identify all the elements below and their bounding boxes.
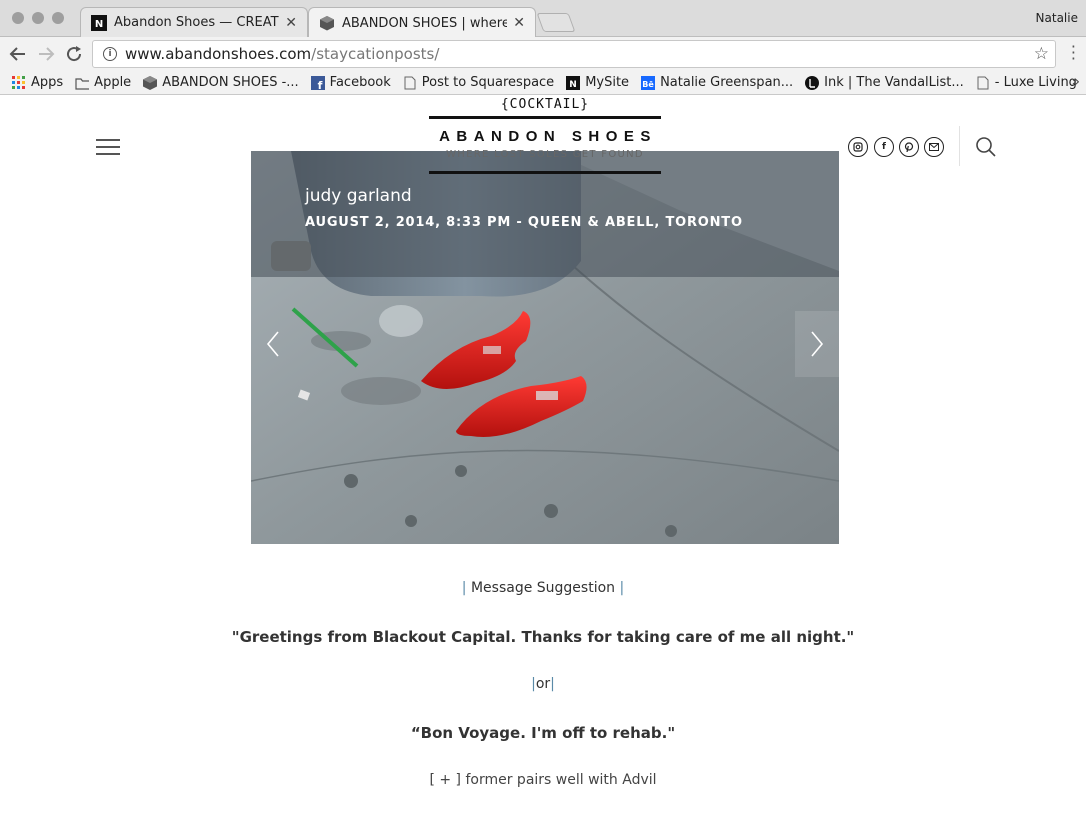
bookmark-apps[interactable]: Apps [12, 75, 63, 90]
bookmark-vandallist[interactable]: Ink | The VandalList... [805, 75, 964, 90]
browser-menu-icon[interactable]: · · · [1071, 39, 1076, 67]
svg-text:Bē: Bē [642, 80, 654, 89]
address-bar[interactable]: i www.abandonshoes.com/staycationposts/ … [92, 40, 1056, 68]
slide-meta: AUGUST 2, 2014, 8:33 PM - QUEEN & ABELL,… [305, 215, 743, 230]
email-icon[interactable] [924, 137, 944, 157]
bookmark-label: Apple [94, 75, 132, 90]
reload-icon [67, 46, 82, 62]
folder-icon [75, 76, 90, 90]
svg-text:N: N [95, 19, 103, 30]
bookmark-behance[interactable]: Bē Natalie Greenspan... [641, 75, 793, 90]
arrow-right-icon [39, 47, 55, 61]
arrow-left-icon [9, 47, 25, 61]
tab-title: ABANDON SHOES | where lost [342, 15, 508, 31]
bookmarks-bar: Apps Apple ABANDON SHOES -... f Facebook… [0, 71, 1086, 95]
web-page: judy garland AUGUST 2, 2014, 8:33 PM - Q… [0, 96, 1086, 818]
svg-text:N: N [569, 80, 577, 90]
facebook-icon[interactable]: f [874, 137, 894, 157]
chevron-left-icon [266, 331, 279, 357]
or-label: or [535, 676, 551, 692]
bookmark-label: Ink | The VandalList... [824, 75, 964, 90]
menu-icon[interactable] [96, 139, 120, 155]
chevron-double-right-icon[interactable]: » [1071, 74, 1080, 90]
bookmark-facebook[interactable]: f Facebook [310, 75, 391, 90]
bookmark-star-icon[interactable]: ☆ [1034, 44, 1049, 64]
caption-overlay [251, 151, 839, 277]
close-icon[interactable]: ✕ [285, 15, 297, 31]
window-minimize-button[interactable] [32, 12, 44, 24]
window-close-button[interactable] [12, 12, 24, 24]
page-icon [403, 76, 417, 90]
bookmark-apple[interactable]: Apple [75, 75, 131, 90]
logo-tagline: WHERE LOST SOLES GET FOUND [446, 149, 644, 160]
svg-text:f: f [317, 79, 322, 90]
window-zoom-button[interactable] [52, 12, 64, 24]
bookmark-label: Apps [31, 75, 64, 90]
logo-bottom-rule [429, 171, 661, 174]
cocktail-label: {COCKTAIL} [500, 97, 590, 112]
behance-icon: Bē [641, 75, 656, 90]
url-host: www.abandonshoes.com [125, 45, 312, 63]
chevron-right-icon [811, 331, 824, 357]
browser-tab-bar: N Abandon Shoes — CREATIVE A ✕ ABANDON S… [0, 0, 1086, 38]
bookmark-label: - Luxe Living [994, 75, 1077, 90]
browser-tab-1[interactable]: N Abandon Shoes — CREATIVE A ✕ [80, 7, 308, 37]
ink-icon [805, 75, 820, 90]
tab-title: Abandon Shoes — CREATIVE A [114, 15, 279, 30]
slide-title: judy garland [305, 186, 412, 206]
footer-note: [ + ] former pairs well with Advil [429, 772, 657, 788]
n-logo-icon: N [566, 75, 581, 90]
bookmark-post-to-squarespace[interactable]: Post to Squarespace [403, 75, 554, 90]
message-suggestion-heading: | Message Suggestion | [461, 580, 625, 596]
url-path: /staycationposts/ [311, 45, 440, 63]
bookmark-luxe-living[interactable]: - Luxe Living [976, 75, 1077, 90]
bookmark-mysite[interactable]: N MySite [566, 75, 629, 90]
new-tab-button[interactable] [536, 13, 576, 32]
n-logo-icon: N [91, 14, 107, 31]
reload-button[interactable] [63, 43, 85, 65]
back-button[interactable] [7, 43, 29, 65]
page-icon [976, 76, 990, 90]
cube-icon [143, 75, 158, 90]
pinterest-icon[interactable] [899, 137, 919, 157]
bookmark-label: Post to Squarespace [421, 75, 555, 90]
site-logo[interactable]: {COCKTAIL} ABANDON SHOES WHERE LOST SOLE… [429, 96, 661, 174]
bookmark-label: ABANDON SHOES -... [162, 75, 299, 90]
bookmark-label: Natalie Greenspan... [660, 75, 794, 90]
previous-slide-button[interactable] [251, 311, 295, 377]
header-divider [959, 126, 960, 166]
photo-slideshow[interactable]: judy garland AUGUST 2, 2014, 8:33 PM - Q… [251, 151, 839, 544]
logo-top-rule [429, 116, 661, 119]
bookmark-label: MySite [585, 75, 630, 90]
forward-button[interactable] [35, 43, 57, 65]
info-icon[interactable]: i [103, 47, 117, 61]
quote-two: “Bon Voyage. I'm off to rehab." [410, 724, 676, 742]
or-separator: |or| [531, 676, 555, 692]
browser-tab-2[interactable]: ABANDON SHOES | where lost ✕ [308, 7, 536, 38]
bookmark-label: Facebook [329, 75, 391, 90]
close-icon[interactable]: ✕ [513, 15, 525, 31]
message-suggestion-label: Message Suggestion [470, 580, 616, 596]
instagram-icon[interactable] [848, 137, 868, 157]
quote-one: "Greetings from Blackout Capital. Thanks… [231, 628, 855, 646]
logo-title: ABANDON SHOES [439, 128, 657, 145]
browser-toolbar: i www.abandonshoes.com/staycationposts/ … [0, 37, 1086, 71]
profile-name[interactable]: Natalie [1036, 11, 1078, 25]
search-icon[interactable] [975, 136, 997, 158]
bookmark-abandon-shoes[interactable]: ABANDON SHOES -... [143, 75, 299, 90]
next-slide-button[interactable] [795, 311, 839, 377]
cube-icon [319, 15, 335, 31]
facebook-icon: f [310, 75, 325, 90]
apps-grid-icon [12, 75, 26, 90]
